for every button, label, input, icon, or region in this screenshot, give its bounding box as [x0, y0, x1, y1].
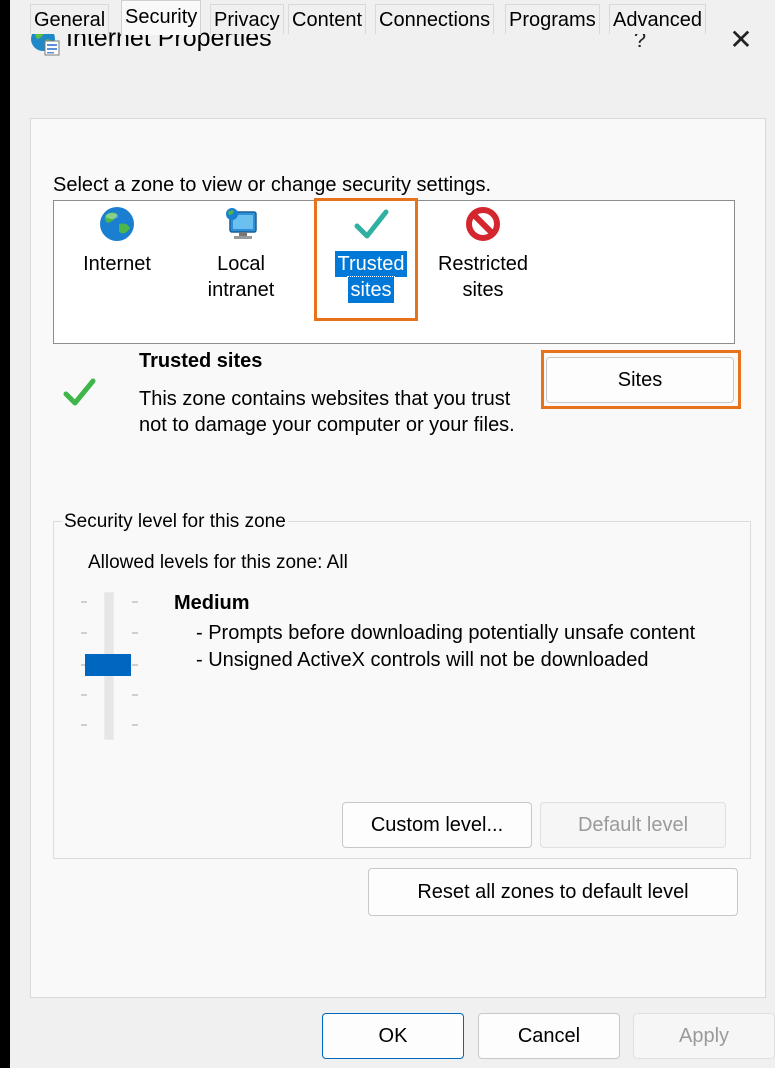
reset-all-zones-button[interactable]: Reset all zones to default level: [368, 868, 738, 916]
intranet-computer-icon: [226, 208, 257, 239]
apply-button[interactable]: Apply: [633, 1013, 775, 1059]
zone-internet[interactable]: Internet: [72, 204, 162, 277]
close-button[interactable]: ✕: [716, 22, 766, 58]
trusted-sites-highlight: [314, 198, 418, 321]
zone-restricted-sites[interactable]: Restricted sites: [430, 204, 536, 303]
tab-advanced[interactable]: Advanced: [609, 4, 706, 34]
slider-tick: [132, 664, 138, 666]
custom-level-button[interactable]: Custom level...: [342, 802, 532, 848]
security-level-legend: Security level for this zone: [62, 511, 288, 533]
security-level-description-line: - Prompts before downloading potentially…: [196, 622, 696, 644]
zone-restricted-sites-label-1: Restricted: [437, 253, 529, 275]
globe-icon: [100, 207, 134, 241]
sites-button-highlight: [541, 350, 741, 409]
cancel-button[interactable]: Cancel: [478, 1013, 620, 1059]
ok-button[interactable]: OK: [322, 1013, 464, 1059]
tab-security[interactable]: Security: [121, 0, 202, 35]
security-level-description: - Prompts before downloading potentially…: [196, 620, 716, 674]
security-level-slider-thumb[interactable]: [85, 654, 131, 676]
security-level-name: Medium: [174, 592, 250, 614]
zone-description-title: Trusted sites: [139, 350, 263, 372]
slider-tick: [132, 694, 138, 696]
tab-general[interactable]: General: [30, 4, 110, 34]
zone-local-intranet-label-1: Local: [217, 253, 265, 275]
zone-restricted-sites-label-2: sites: [462, 279, 504, 301]
tab-content[interactable]: Content: [288, 4, 367, 34]
zone-local-intranet-label-2: intranet: [207, 279, 275, 301]
zone-local-intranet[interactable]: Local intranet: [196, 204, 286, 303]
slider-tick: [81, 632, 87, 634]
slider-tick: [132, 724, 138, 726]
slider-tick: [81, 694, 87, 696]
slider-tick: [132, 632, 138, 634]
zone-internet-label: Internet: [83, 253, 151, 275]
slider-tick: [81, 601, 87, 603]
slider-tick: [132, 601, 138, 603]
internet-properties-dialog: Internet Properties ? ✕ General Security…: [10, 0, 775, 1068]
zone-prompt-label: Select a zone to view or change security…: [53, 174, 492, 196]
zone-description-text: This zone contains websites that you tru…: [139, 388, 515, 436]
restricted-icon: [466, 207, 500, 241]
window-edge: [0, 0, 10, 1068]
trusted-sites-check-icon: [63, 378, 96, 406]
security-level-description-line: - Unsigned ActiveX controls will not be …: [196, 649, 649, 671]
tab-programs[interactable]: Programs: [505, 4, 600, 34]
allowed-levels-label: Allowed levels for this zone: All: [88, 552, 348, 573]
slider-tick: [81, 724, 87, 726]
default-level-button[interactable]: Default level: [540, 802, 726, 848]
tab-connections[interactable]: Connections: [375, 4, 495, 34]
tab-privacy[interactable]: Privacy: [210, 4, 284, 34]
